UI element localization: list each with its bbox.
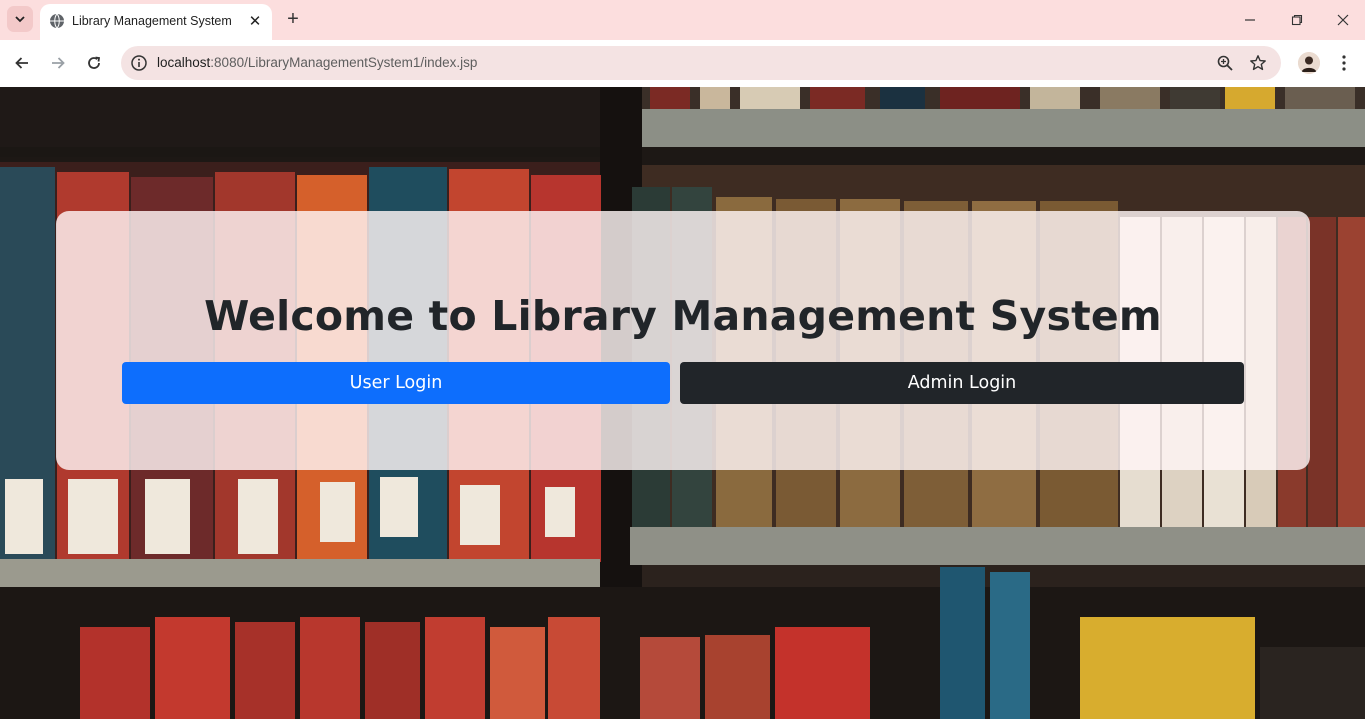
tab-title: Library Management System xyxy=(72,14,232,28)
welcome-card: Welcome to Library Management System Use… xyxy=(56,211,1310,470)
close-tab-button[interactable]: ✕ xyxy=(246,12,264,30)
profile-icon xyxy=(1298,52,1320,74)
arrow-right-icon xyxy=(52,57,65,69)
welcome-heading: Welcome to Library Management System xyxy=(204,292,1162,341)
arrow-left-icon xyxy=(15,57,28,69)
close-icon xyxy=(1337,14,1349,26)
reload-button[interactable] xyxy=(82,51,106,75)
browser-tab-bar: Library Management System ✕ + xyxy=(0,0,1365,40)
page-viewport: Welcome to Library Management System Use… xyxy=(0,87,1365,719)
minimize-icon xyxy=(1245,19,1255,21)
globe-icon xyxy=(50,13,64,29)
address-bar[interactable]: localhost:8080/LibraryManagementSystem1/… xyxy=(121,46,1281,80)
active-tab[interactable]: Library Management System ✕ xyxy=(40,4,272,40)
back-button[interactable] xyxy=(10,51,34,75)
url-text[interactable]: localhost:8080/LibraryManagementSystem1/… xyxy=(157,55,477,70)
chevron-down-icon xyxy=(15,16,25,23)
profile-avatar[interactable] xyxy=(1298,52,1320,74)
more-vertical-icon xyxy=(1342,55,1346,71)
restore-button[interactable] xyxy=(1285,8,1309,32)
reload-icon xyxy=(88,56,101,69)
zoom-icon[interactable] xyxy=(1216,54,1234,72)
forward-button[interactable] xyxy=(46,51,70,75)
bookmark-star-icon[interactable] xyxy=(1249,54,1267,72)
browser-toolbar: localhost:8080/LibraryManagementSystem1/… xyxy=(0,40,1365,87)
minimize-button[interactable] xyxy=(1238,8,1262,32)
url-path: :8080/LibraryManagementSystem1/index.jsp xyxy=(210,55,478,70)
admin-login-button[interactable]: Admin Login xyxy=(680,362,1244,404)
new-tab-button[interactable]: + xyxy=(282,8,304,30)
restore-icon xyxy=(1291,14,1303,26)
close-window-button[interactable] xyxy=(1331,8,1355,32)
site-info-icon[interactable] xyxy=(130,54,148,72)
browser-menu-button[interactable] xyxy=(1334,52,1354,74)
user-login-button[interactable]: User Login xyxy=(122,362,670,404)
tab-search-button[interactable] xyxy=(7,6,33,32)
url-host: localhost xyxy=(157,55,211,70)
